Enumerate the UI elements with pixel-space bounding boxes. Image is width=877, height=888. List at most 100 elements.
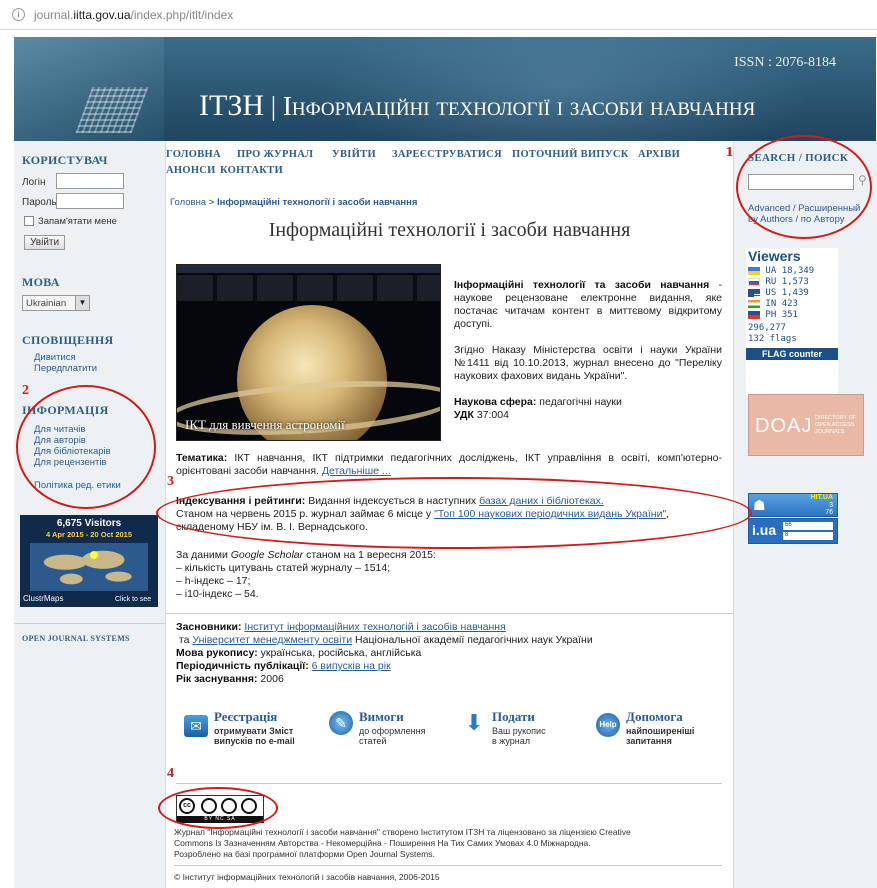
notify-view-link[interactable]: Дивитися: [34, 352, 97, 363]
password-input[interactable]: [56, 193, 124, 209]
feature-title: Допомога: [626, 709, 683, 724]
clustr-visitors: 6,675 Visitors: [56, 518, 122, 529]
login-button[interactable]: Увійти: [24, 235, 66, 250]
info-reviewers-link[interactable]: Для рецензентів: [34, 457, 111, 468]
viewer-row: RU 1,573: [748, 277, 838, 288]
breadcrumb-home[interactable]: Головна: [170, 197, 206, 208]
scholar-block: За даними Google Scholar станом на 1 вер…: [176, 549, 722, 601]
hitua-n1: 3: [829, 502, 833, 509]
top100-link[interactable]: "Топ 100 наукових періодичних видань Укр…: [434, 508, 666, 520]
nav-register[interactable]: ЗАРЕЄСТРУВАТИСЯ: [392, 149, 502, 160]
search-icon[interactable]: ⚲: [858, 173, 867, 187]
pencil-icon: ✎: [329, 711, 353, 735]
feature-sub: отримувати Зміст випусків по e-mail: [214, 726, 295, 746]
nc-icon: [221, 798, 237, 814]
footer-license: Журнал "Інформаційні технології і засоби…: [174, 827, 729, 860]
intro-para: Інформаційні технології та засоби навчан…: [454, 279, 722, 331]
info-librarians-link[interactable]: Для бібліотекарів: [34, 446, 111, 457]
nav-archive[interactable]: АРХІВИ: [638, 149, 680, 160]
arrow-down-icon: ⬇: [464, 710, 484, 735]
hitua-label: HIT.UA: [810, 494, 833, 501]
meta-year: Рік заснування: 2006: [176, 673, 284, 685]
login-input[interactable]: [56, 173, 124, 189]
cc-icon: cc: [179, 798, 195, 814]
feature-sub: до оформлення статей: [359, 726, 426, 746]
person-icon: ☗: [753, 497, 766, 513]
nav-current[interactable]: ПОТОЧНИЙ ВИПУСК: [512, 149, 629, 160]
globe-icon: i: [12, 8, 25, 21]
sa-icon: [241, 798, 257, 814]
image-planet-strip: [177, 275, 440, 301]
notify-subscribe-link[interactable]: Передплатити: [34, 363, 97, 374]
footer-divider-2: [174, 865, 722, 866]
iua-n1: 66: [783, 522, 833, 530]
remember-checkbox[interactable]: [24, 216, 34, 226]
breadcrumb-sep: >: [208, 197, 215, 208]
astronomy-image[interactable]: ІКТ для вивчення астрономії: [176, 264, 441, 441]
ojs-label[interactable]: OPEN JOURNAL SYSTEMS: [22, 634, 130, 643]
annotation-number-4: 4: [167, 766, 174, 781]
founders-block: Засновники: Інститут інформаційних техно…: [176, 621, 722, 686]
clustr-brand: ClustrMaps: [23, 594, 64, 603]
hitua-counter[interactable]: ☗ HIT.UA 3 76: [748, 493, 838, 517]
flag-ru-icon: [748, 277, 760, 286]
keyboard-graphic: [75, 87, 149, 133]
envelope-icon: ✉: [184, 715, 208, 737]
nav-login[interactable]: УВІЙТИ: [332, 149, 376, 160]
nav-contacts[interactable]: КОНТАКТИ: [220, 165, 283, 176]
viewers-heading: Viewers: [748, 248, 801, 264]
viewers-flags: 132 flags: [748, 334, 797, 344]
flag-us-icon: [748, 288, 760, 297]
doaj-badge[interactable]: DOAJ DIRECTORY OF OPEN ACCESS JOURNALS: [748, 394, 864, 456]
founders-line: Засновники: Інститут інформаційних техно…: [176, 621, 506, 633]
issn-label: ISSN : 2076-8184: [734, 55, 836, 70]
founders-line2: та Університет менеджменту освіти Націон…: [178, 634, 593, 646]
nav-about[interactable]: ПРО ЖУРНАЛ: [237, 149, 313, 160]
breadcrumb-current[interactable]: Інформаційні технології і засоби навчанн…: [217, 197, 418, 208]
header-logo[interactable]: [14, 37, 164, 141]
cc-license-badge[interactable]: cc BY NC SA: [176, 795, 264, 823]
nav-home[interactable]: ГОЛОВНА: [166, 149, 221, 160]
site-header: ISSN : 2076-8184 ІТЗН | Інформаційні тех…: [14, 37, 876, 141]
page-title: Інформаційні технології і засоби навчанн…: [268, 219, 631, 241]
iua-counter[interactable]: i.ua 66 8: [748, 518, 838, 544]
info-readers-link[interactable]: Для читачів: [34, 424, 111, 435]
viewer-row: UA 18,349: [748, 266, 838, 277]
viewers-list: UA 18,349 RU 1,573 US 1,439 IN 423 PH 35…: [748, 266, 838, 321]
ethics-policy-link[interactable]: Політика ред. етики: [34, 480, 121, 491]
hitua-n2: 76: [825, 509, 833, 516]
search-input[interactable]: [748, 174, 854, 190]
iua-n2: 8: [783, 532, 833, 540]
founder-institute-link[interactable]: Інститут інформаційних технологій і засо…: [244, 621, 505, 633]
topics-more-link[interactable]: Детальніше ...: [322, 465, 391, 477]
password-label: Пароль: [22, 197, 57, 208]
indexing-db-link[interactable]: базах даних і бібліотеках.: [479, 495, 604, 507]
site-title[interactable]: ІТЗН | Інформаційні технології і засоби …: [199, 89, 755, 123]
info-authors-link[interactable]: Для авторів: [34, 435, 111, 446]
freq-link[interactable]: 6 випусків на рік: [312, 660, 391, 672]
remember-label: Запам'ятати мене: [38, 216, 117, 227]
footer-line: Розроблено на базі програмної платформи …: [174, 849, 435, 859]
nav-announcements[interactable]: АНОНСИ: [166, 165, 216, 176]
indexing-para: Індексування і рейтинги: Видання індексу…: [176, 495, 670, 533]
notify-heading: СПОВІЩЕННЯ: [22, 333, 114, 347]
language-selected: Ukrainian: [26, 298, 67, 309]
flag-counter-widget[interactable]: Viewers UA 18,349 RU 1,573 US 1,439 IN 4…: [746, 248, 838, 398]
search-heading: SEARCH / ПОИСК: [748, 152, 849, 164]
language-select[interactable]: Ukrainian ▼: [22, 295, 90, 311]
flag-ua-icon: [748, 266, 760, 275]
image-caption: ІКТ для вивчення астрономії: [185, 417, 345, 432]
flag-ph-icon: [748, 310, 760, 319]
url-text[interactable]: journal.iitta.gov.ua/index.php/itlt/inde…: [34, 8, 233, 22]
info-list: Для читачів Для авторів Для бібліотекарі…: [34, 424, 111, 468]
address-bar[interactable]: i journal.iitta.gov.ua/index.php/itlt/in…: [0, 0, 877, 30]
user-heading: КОРИСТУВАЧ: [22, 153, 108, 167]
viewers-total: 296,277: [748, 323, 786, 333]
annotation-number-3: 3: [167, 474, 174, 489]
founder-university-link[interactable]: Університет менеджменту освіти: [192, 634, 352, 646]
author-search-link[interactable]: by Authors / по Автору: [748, 214, 845, 225]
advanced-search-link[interactable]: Advanced / Расширенный: [748, 203, 860, 214]
clustrmaps-widget[interactable]: 6,675 Visitors 4 Apr 2015 - 20 Oct 2015 …: [20, 515, 158, 607]
login-label: Логін: [22, 177, 46, 188]
viewer-row: IN 423: [748, 299, 838, 310]
